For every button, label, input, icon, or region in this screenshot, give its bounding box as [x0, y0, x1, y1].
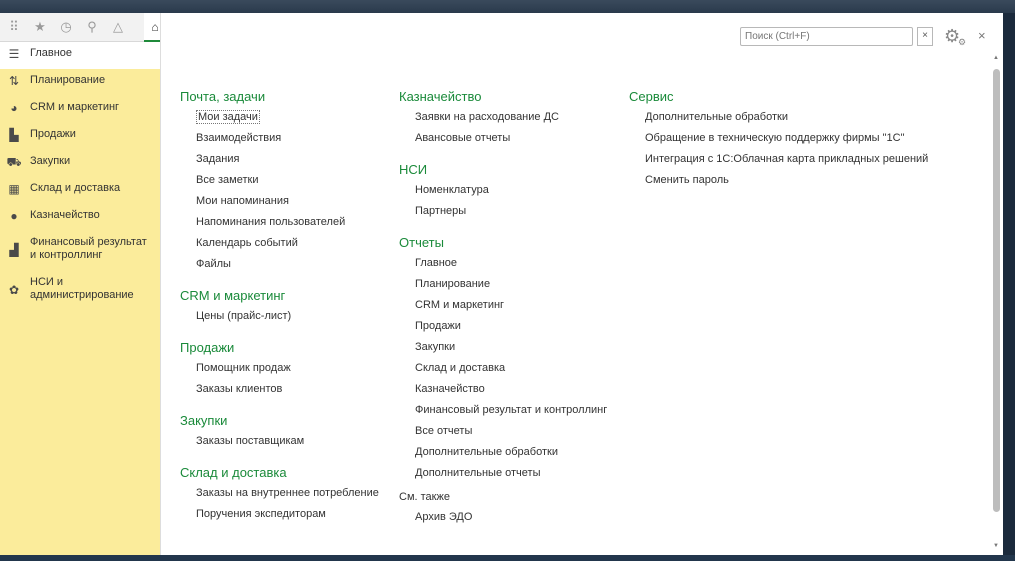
link-item[interactable]: Взаимодействия	[180, 131, 379, 152]
sidebar-item-main[interactable]: ☰ Главное	[0, 42, 160, 69]
sidebar-item-label: Финансовый результат и контроллинг	[30, 236, 147, 261]
pie-icon: ◕	[10, 101, 18, 115]
vertical-scrollbar[interactable]: ▲ ▼	[991, 55, 1001, 555]
warehouse-icon: ▦	[8, 182, 20, 196]
link-item[interactable]: Интеграция с 1С:Облачная карта прикладны…	[629, 152, 928, 173]
sidebar-item-finance[interactable]: ▟ Финансовый результат и контроллинг	[0, 231, 160, 271]
home-icon: ⌂	[151, 19, 159, 34]
group-title: Продажи	[180, 340, 235, 355]
sidebar-item-crm[interactable]: ◕ CRM и маркетинг	[0, 96, 160, 123]
link-item[interactable]: Финансовый результат и контроллинг	[399, 403, 607, 424]
link-item[interactable]: Файлы	[180, 257, 379, 278]
group-title: CRM и маркетинг	[180, 288, 286, 303]
scroll-down-icon[interactable]: ▼	[993, 543, 999, 549]
link-item[interactable]: Обращение в техническую поддержку фирмы …	[629, 131, 928, 152]
link-item[interactable]: Закупки	[399, 340, 607, 361]
sidebar-item-warehouse[interactable]: ▦ Склад и доставка	[0, 177, 160, 204]
link-item[interactable]: Все отчеты	[399, 424, 607, 445]
cart-icon: ⛟	[6, 155, 22, 169]
sidebar-item-label: НСИ и администрирование	[30, 276, 134, 301]
sidebar-item-label: Планирование	[30, 74, 106, 86]
sidebar-item-planning[interactable]: ⇅ Планирование	[0, 69, 160, 96]
link-item[interactable]: Главное	[399, 256, 607, 277]
star-icon[interactable]: ★	[32, 19, 48, 35]
group-title: Отчеты	[399, 235, 444, 250]
search-clear-button[interactable]: ×	[917, 27, 933, 46]
link-item[interactable]: Заказы поставщикам	[180, 434, 379, 455]
sidebar-item-label: Казначейство	[30, 209, 100, 221]
group-title: Сервис	[629, 89, 674, 104]
column-1: Почта, задачи Мои задачи Взаимодействия …	[180, 89, 379, 528]
bell-icon[interactable]: △	[110, 19, 126, 35]
window-top-edge	[0, 0, 1015, 13]
see-also-title: См. также	[399, 491, 450, 503]
group-title: Казначейство	[399, 89, 482, 104]
link-item[interactable]: Продажи	[399, 319, 607, 340]
link-item[interactable]: Помощник продаж	[180, 361, 379, 382]
column-3: Сервис Дополнительные обработки Обращени…	[629, 89, 928, 194]
link-item[interactable]: Планирование	[399, 277, 607, 298]
link-item[interactable]: Напоминания пользователей	[180, 215, 379, 236]
link-item[interactable]: Заказы клиентов	[180, 382, 379, 403]
bar-chart-icon: ▟	[9, 243, 19, 257]
gear-icon: ✿	[8, 283, 20, 297]
search-icon[interactable]: ⚲	[84, 19, 100, 35]
sidebar-item-purchases[interactable]: ⛟ Закупки	[0, 150, 160, 177]
link-item[interactable]: Казначейство	[399, 382, 607, 403]
history-icon[interactable]: ◷	[58, 19, 74, 35]
sidebar-item-treasury[interactable]: ● Казначейство	[0, 204, 160, 231]
search-input[interactable]	[740, 27, 913, 46]
link-item[interactable]: Задания	[180, 152, 379, 173]
sidebar-item-label: CRM и маркетинг	[30, 101, 120, 113]
sidebar-item-label: Главное	[30, 47, 73, 59]
sidebar-item-label: Продажи	[30, 128, 76, 140]
planning-icon: ⇅	[8, 74, 20, 88]
settings-dropdown-icon: ⚙	[958, 37, 967, 47]
close-button[interactable]: ×	[978, 27, 986, 45]
apps-icon[interactable]: ⠿	[6, 19, 22, 35]
link-item[interactable]: Цены (прайс-лист)	[180, 309, 379, 330]
link-item[interactable]: Все заметки	[180, 173, 379, 194]
sidebar: ☰ Главное ⇅ Планирование ◕ CRM и маркети…	[0, 42, 160, 555]
link-item[interactable]: Заявки на расходование ДС	[399, 110, 607, 131]
group-title: Склад и доставка	[180, 465, 287, 480]
scroll-up-icon[interactable]: ▲	[993, 55, 999, 61]
column-2: Казначейство Заявки на расходование ДС А…	[399, 89, 607, 531]
sidebar-item-sales[interactable]: ▙ Продажи	[0, 123, 160, 150]
sidebar-item-admin[interactable]: ✿ НСИ и администрирование	[0, 271, 160, 311]
group-title: НСИ	[399, 162, 428, 177]
link-item[interactable]: Дополнительные обработки	[399, 445, 607, 466]
link-item[interactable]: Партнеры	[399, 204, 607, 225]
scroll-thumb[interactable]	[993, 69, 1000, 512]
main-panel: × ⚙ ⚙ × ▲ ▼ Почта, задачи Мои задачи Вза…	[160, 13, 1003, 555]
group-title: Почта, задачи	[180, 89, 266, 104]
sidebar-item-label: Склад и доставка	[30, 182, 121, 194]
link-item[interactable]: CRM и маркетинг	[399, 298, 607, 319]
link-item[interactable]: Поручения экспедиторам	[180, 507, 379, 528]
coin-icon: ●	[10, 209, 18, 223]
link-item[interactable]: Мои напоминания	[180, 194, 379, 215]
bag-icon: ▙	[9, 128, 19, 142]
link-item[interactable]: Дополнительные отчеты	[399, 466, 607, 487]
link-item[interactable]: Дополнительные обработки	[629, 110, 928, 131]
link-item[interactable]: Мои задачи	[180, 110, 379, 131]
sidebar-item-label: Закупки	[30, 155, 71, 167]
menu-icon: ☰	[8, 47, 20, 61]
group-title: Закупки	[180, 413, 228, 428]
quick-toolbar: ⠿ ★ ◷ ⚲ △	[0, 13, 160, 42]
link-item[interactable]: Склад и доставка	[399, 361, 607, 382]
link-item[interactable]: Заказы на внутреннее потребление	[180, 486, 379, 507]
link-item[interactable]: Номенклатура	[399, 183, 607, 204]
window-bottom-edge	[0, 555, 1015, 561]
link-item[interactable]: Календарь событий	[180, 236, 379, 257]
link-item[interactable]: Архив ЭДО	[399, 510, 607, 531]
link-item[interactable]: Сменить пароль	[629, 173, 928, 194]
link-item[interactable]: Авансовые отчеты	[399, 131, 607, 152]
